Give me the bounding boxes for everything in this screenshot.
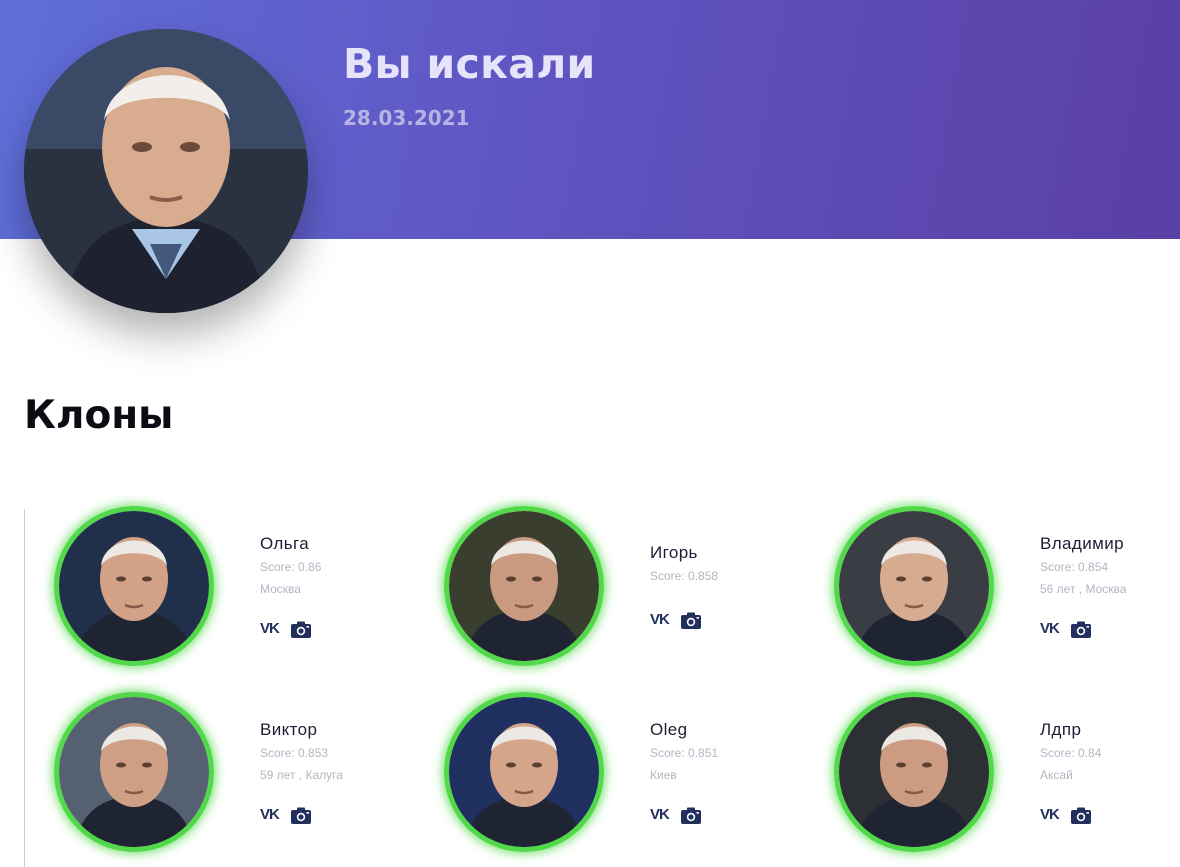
clone-score: Score: 0.86	[260, 560, 322, 574]
clone-score: Score: 0.858	[650, 569, 719, 583]
clone-card: Владимир Score: 0.854 56 лет , Москва VK	[834, 506, 1180, 676]
clone-score: Score: 0.854	[1040, 560, 1109, 574]
clone-photo[interactable]	[834, 506, 994, 666]
clone-info: Oleg Score: 0.851 Киев	[650, 720, 718, 782]
clone-actions: VK	[260, 806, 311, 824]
clone-card: Ольга Score: 0.86 Москва VK	[54, 506, 434, 676]
search-date: 28.03.2021	[343, 106, 470, 130]
vk-icon[interactable]: VK	[1040, 620, 1060, 638]
page-title: Вы искали	[343, 40, 596, 88]
clone-score: Score: 0.853	[260, 746, 329, 760]
clone-actions: VK	[1040, 620, 1091, 638]
clone-actions: VK	[650, 806, 701, 824]
vk-icon[interactable]: VK	[650, 611, 670, 629]
clone-meta: Аксай	[1040, 768, 1073, 782]
clone-info: Ольга Score: 0.86 Москва	[260, 534, 321, 596]
clone-card: Oleg Score: 0.851 Киев VK	[444, 692, 824, 862]
clone-meta: 56 лет , Москва	[1040, 582, 1127, 596]
vk-icon[interactable]: VK	[650, 806, 670, 824]
clone-photo[interactable]	[54, 506, 214, 666]
camera-icon[interactable]	[290, 621, 311, 638]
clone-info: Виктор Score: 0.853 59 лет , Калуга	[260, 720, 343, 782]
clone-score: Score: 0.851	[650, 746, 719, 760]
timeline-divider	[24, 509, 25, 867]
camera-icon[interactable]	[680, 612, 701, 629]
clone-photo[interactable]	[834, 692, 994, 852]
section-title-clones: Клоны	[24, 393, 174, 438]
clone-meta: Москва	[260, 582, 301, 596]
clone-photo[interactable]	[444, 692, 604, 852]
clone-name: Владимир	[1040, 534, 1124, 553]
clone-name: Виктор	[260, 720, 318, 739]
clone-actions: VK	[650, 611, 701, 629]
clone-card: Лдпр Score: 0.84 Аксай VK	[834, 692, 1180, 862]
searched-person-photo	[24, 29, 308, 313]
clone-card: Виктор Score: 0.853 59 лет , Калуга VK	[54, 692, 434, 862]
clone-name: Игорь	[650, 543, 698, 562]
clone-score: Score: 0.84	[1040, 746, 1102, 760]
camera-icon[interactable]	[1070, 807, 1091, 824]
clone-info: Игорь Score: 0.858	[650, 543, 718, 583]
clone-actions: VK	[1040, 806, 1091, 824]
clone-info: Владимир Score: 0.854 56 лет , Москва	[1040, 534, 1126, 596]
vk-icon[interactable]: VK	[1040, 806, 1060, 824]
clone-name: Лдпр	[1040, 720, 1082, 739]
clone-actions: VK	[260, 620, 311, 638]
clone-card: Игорь Score: 0.858 VK	[444, 506, 824, 676]
clone-photo[interactable]	[54, 692, 214, 852]
clone-photo[interactable]	[444, 506, 604, 666]
clone-name: Oleg	[650, 720, 688, 739]
clone-meta: 59 лет , Калуга	[260, 768, 343, 782]
clone-name: Ольга	[260, 534, 310, 553]
camera-icon[interactable]	[290, 807, 311, 824]
vk-icon[interactable]: VK	[260, 620, 280, 638]
clone-meta: Киев	[650, 768, 677, 782]
clone-info: Лдпр Score: 0.84 Аксай	[1040, 720, 1101, 782]
camera-icon[interactable]	[1070, 621, 1091, 638]
vk-icon[interactable]: VK	[260, 806, 280, 824]
camera-icon[interactable]	[680, 807, 701, 824]
